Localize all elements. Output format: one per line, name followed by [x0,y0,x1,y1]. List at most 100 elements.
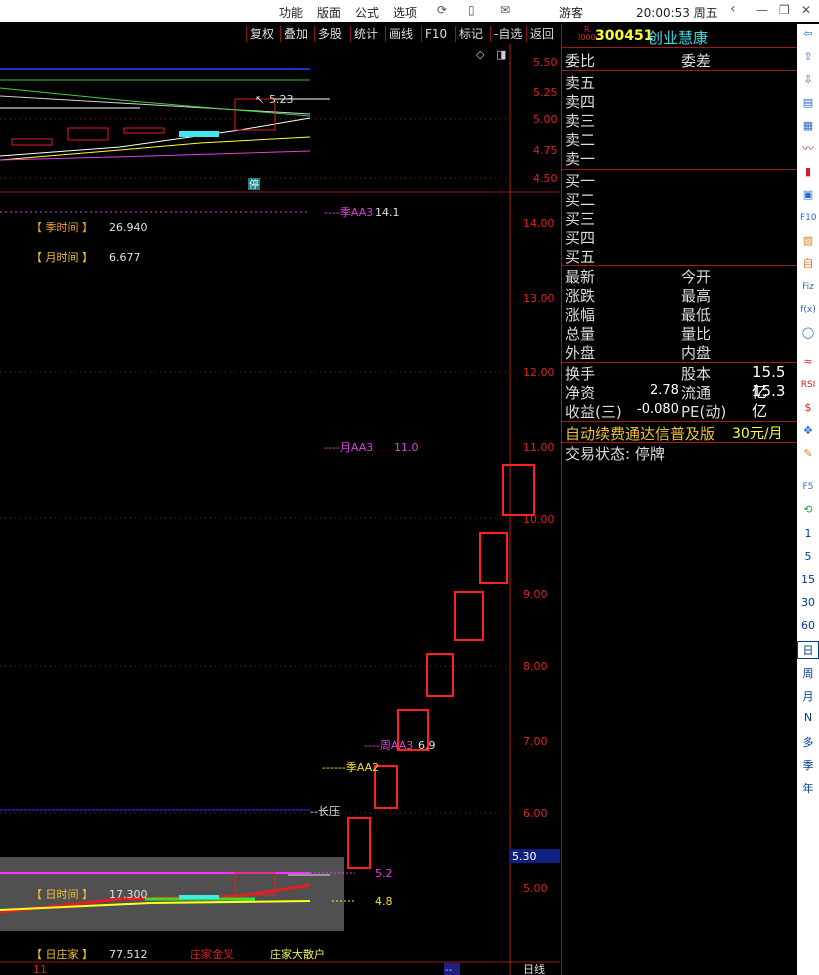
svg-text:13.00: 13.00 [523,292,555,305]
stock-badge: R I000 [578,25,596,42]
diamond-icon: ◇ [476,48,485,61]
list-icon[interactable]: ▤ [800,95,816,111]
ask-2: 卖二 [565,131,596,149]
wave-icon[interactable]: ≈ [800,354,816,370]
arrow-up-icon[interactable]: ⇧ [800,49,816,65]
close-icon[interactable]: ✕ [801,3,811,17]
promo-price[interactable]: 30元/月 [732,423,783,443]
arrow-down-icon[interactable]: ⇩ [800,72,816,88]
ask-1: 卖一 [565,150,596,168]
button-return[interactable]: 返回 [526,26,557,42]
day-time-label: 【 日时间 】 [31,888,93,901]
svg-text:7.00: 7.00 [523,735,548,748]
svg-text:14.00: 14.00 [523,217,555,230]
period-multi[interactable]: 多 [797,734,819,750]
svg-text:5.00: 5.00 [533,113,558,126]
button-watchlist[interactable]: -自选 [490,26,525,42]
f10-icon[interactable]: F10 [800,210,817,226]
period-season[interactable]: 季 [797,757,819,773]
period-1[interactable]: 1 [797,527,819,540]
button-draw[interactable]: 画线 [385,26,416,42]
period-n[interactable]: N [797,711,819,724]
menu-options[interactable]: 选项 [393,4,417,21]
pencil-icon[interactable]: ✎ [800,446,816,462]
menu-formula[interactable]: 公式 [355,4,379,21]
bid-3: 买三 [565,210,596,228]
period-label: 日线 [523,962,545,975]
button-mark[interactable]: 标记 [455,26,486,42]
news-icon[interactable]: ▧ [800,233,816,249]
button-multi[interactable]: 多股 [314,26,345,42]
f5-icon[interactable]: F5 [800,479,816,495]
menu-function[interactable]: 功能 [279,4,303,21]
svg-text:5.00: 5.00 [523,882,548,895]
minimize-icon[interactable]: — [756,3,768,17]
month-time-label: 【 月时间 】 [31,251,93,264]
mail-icon[interactable]: ✉ [500,3,510,17]
rsi-icon[interactable]: RSI [800,377,816,393]
trade-status: 交易状态: 停牌 [565,445,665,463]
button-adjust[interactable]: 复权 [246,26,277,42]
button-stats[interactable]: 统计 [350,26,381,42]
svg-text:6.9: 6.9 [418,739,436,752]
bid-4: 买四 [565,229,596,247]
arrow-left-icon[interactable]: ⇦ [800,26,816,42]
user-label[interactable]: 游客 [559,4,583,21]
svg-text:4.8: 4.8 [375,895,393,908]
stock-name: 创业慧康 [648,29,709,47]
period-5[interactable]: 5 [797,550,819,563]
period-year[interactable]: 年 [797,780,819,796]
ask-4: 卖四 [565,93,596,111]
period-day[interactable]: 日 [797,641,819,659]
svg-text:5.25: 5.25 [533,86,558,99]
self-select-icon[interactable]: 自 [800,256,816,272]
svg-text:5.2: 5.2 [375,867,393,880]
formula-icon[interactable]: f(x) [800,302,816,318]
candlestick-chart[interactable]: 停 ↖ 5.23 ◇ ◨ 5.50 5.25 5.00 4.75 4.50 14… [0,44,560,975]
period-30[interactable]: 30 [797,596,819,609]
menu-layout[interactable]: 版面 [317,4,341,21]
bid-2: 买二 [565,191,596,209]
bid-5: 买五 [565,248,596,266]
period-60[interactable]: 60 [797,619,819,632]
button-overlay[interactable]: 叠加 [280,26,311,42]
svg-text:4.75: 4.75 [533,144,558,157]
svg-text:6.00: 6.00 [523,807,548,820]
back-icon[interactable]: ‹ [730,1,736,17]
promo-link[interactable]: 自动续费通达信普及版 [565,423,715,444]
cycle-icon[interactable]: ⟲ [800,502,816,518]
last-price-label: 5.23 [269,93,294,106]
mobile-icon[interactable]: ▯ [468,3,475,17]
svg-text:9.00: 9.00 [523,588,548,601]
svg-text:----周AA3: ----周AA3 [364,739,413,752]
period-week[interactable]: 周 [797,665,819,681]
button-f10[interactable]: F10 [421,26,450,42]
halt-badge: 停 [249,178,259,191]
svg-text:----月AA3: ----月AA3 [324,441,373,454]
svg-text:14.1: 14.1 [375,206,400,219]
fiz-icon[interactable]: Fiz [800,279,816,295]
period-15[interactable]: 15 [797,573,819,586]
period-month[interactable]: 月 [797,688,819,704]
candle-icon[interactable]: ▮ [800,164,816,180]
svg-text:5.50: 5.50 [533,56,558,69]
right-toolbar: ⇦ ⇧ ⇩ ▤ ▦ 〰 ▮ ▣ F10 ▧ 自 Fiz f(x) ◯ ≈ RSI… [797,24,819,975]
maximize-icon[interactable]: ❐ [779,3,790,17]
dealer-retail: 庄家大散户 [270,947,325,961]
move-icon[interactable]: ✥ [800,423,816,439]
top-menu-bar: 功能 版面 公式 选项 ⟳ ▯ ✉ 游客 20:00:53 周五 ‹ — ❐ ✕ [0,0,819,22]
current-price: 5.30 [512,850,537,863]
circle-icon[interactable]: ◯ [800,325,816,341]
x-axis-label: 11 [33,963,47,975]
dollar-icon[interactable]: $ [800,400,816,416]
line-chart-icon[interactable]: 〰 [800,141,816,157]
table-icon[interactable]: ▣ [800,187,816,203]
month-time-value: 6.677 [109,251,141,264]
grid-icon[interactable]: ▦ [800,118,816,134]
day-dealer-value: 77.512 [109,948,148,961]
svg-text:8.00: 8.00 [523,660,548,673]
svg-text:↖: ↖ [255,93,264,106]
ask-3: 卖三 [565,112,596,130]
clock: 20:00:53 周五 [636,6,718,20]
refresh-icon[interactable]: ⟳ [437,3,447,17]
